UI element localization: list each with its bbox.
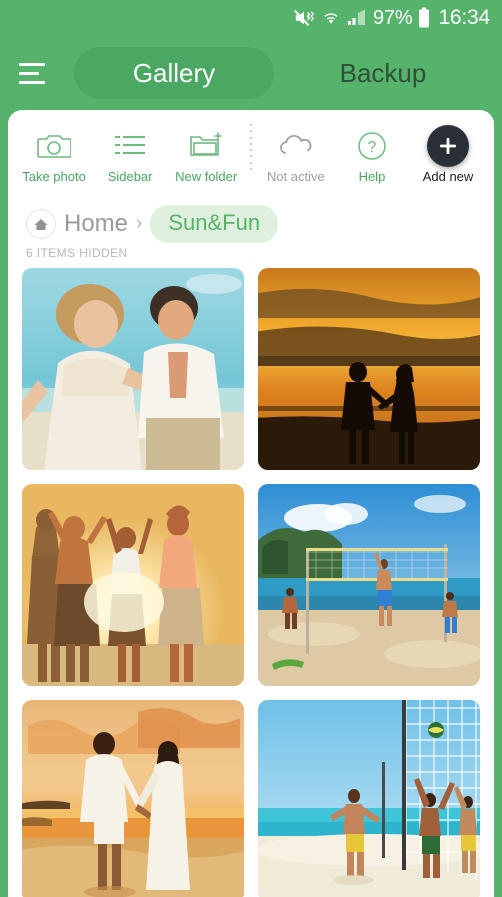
couple-silhouette-orange-sunset-image — [258, 268, 480, 470]
hidden-items-note: 6 ITEMS HIDDEN — [26, 246, 128, 260]
photo-thumbnail[interactable] — [22, 484, 244, 686]
battery-percent: 97% — [373, 6, 413, 29]
take-photo-label: Take photo — [22, 168, 86, 184]
mute-vibrate-icon — [293, 8, 315, 28]
top-bar: Gallery Backup — [0, 36, 502, 110]
list-icon — [114, 129, 146, 163]
help-label: Help — [358, 168, 386, 184]
sidebar-button[interactable]: Sidebar — [92, 129, 168, 184]
signal-icon — [347, 9, 367, 27]
toolbar-divider — [244, 124, 258, 170]
breadcrumb-separator: › — [136, 213, 143, 234]
breadcrumb: Home › Sun&Fun — [8, 196, 494, 244]
svg-text:?: ? — [367, 139, 376, 156]
battery-icon — [418, 7, 430, 29]
tab-gallery-label: Gallery — [132, 57, 216, 88]
backup-status-button[interactable]: Not active — [258, 129, 334, 184]
photo-thumbnail[interactable] — [22, 268, 244, 470]
new-folder-button[interactable]: New folder — [168, 129, 244, 184]
breadcrumb-home-label[interactable]: Home — [64, 210, 128, 238]
camera-icon — [37, 129, 72, 163]
home-icon[interactable] — [26, 209, 56, 239]
breadcrumb-current-folder[interactable]: Sun&Fun — [150, 205, 279, 243]
hamburger-icon[interactable] — [14, 52, 56, 94]
question-circle-icon: ? — [357, 129, 387, 163]
wifi-icon — [321, 9, 341, 27]
couple-running-on-beach-image — [22, 268, 244, 470]
photo-thumbnail[interactable] — [258, 484, 480, 686]
backup-status-label: Not active — [266, 168, 325, 184]
clock: 16:34 — [438, 6, 490, 29]
tab-backup[interactable]: Backup — [274, 58, 492, 89]
photo-grid — [8, 268, 494, 897]
add-new-button[interactable]: Add new — [410, 124, 486, 184]
beach-volleyball-net-blue-sky-image — [258, 484, 480, 686]
photo-thumbnail[interactable] — [258, 700, 480, 897]
help-button[interactable]: ? Help — [334, 129, 410, 184]
beach-volleyball-players-net-image — [258, 700, 480, 897]
photo-thumbnail[interactable] — [258, 268, 480, 470]
photo-thumbnail[interactable] — [22, 700, 244, 897]
new-folder-icon — [188, 129, 224, 163]
couple-walking-sunset-beach-image — [22, 700, 244, 897]
tab-gallery[interactable]: Gallery — [74, 47, 274, 99]
add-new-label: Add new — [422, 168, 474, 184]
sidebar-label: Sidebar — [107, 168, 153, 184]
plus-icon — [427, 124, 469, 167]
take-photo-button[interactable]: Take photo — [16, 129, 92, 184]
cloud-icon — [277, 129, 315, 163]
status-bar: 97% 16:34 — [0, 0, 502, 36]
friends-dancing-at-sunset-image — [22, 484, 244, 686]
tab-backup-label: Backup — [339, 57, 427, 88]
action-toolbar: Take photo Sidebar New folder Not active… — [8, 110, 494, 196]
new-folder-label: New folder — [175, 168, 238, 184]
content-card: Take photo Sidebar New folder Not active… — [8, 110, 494, 897]
